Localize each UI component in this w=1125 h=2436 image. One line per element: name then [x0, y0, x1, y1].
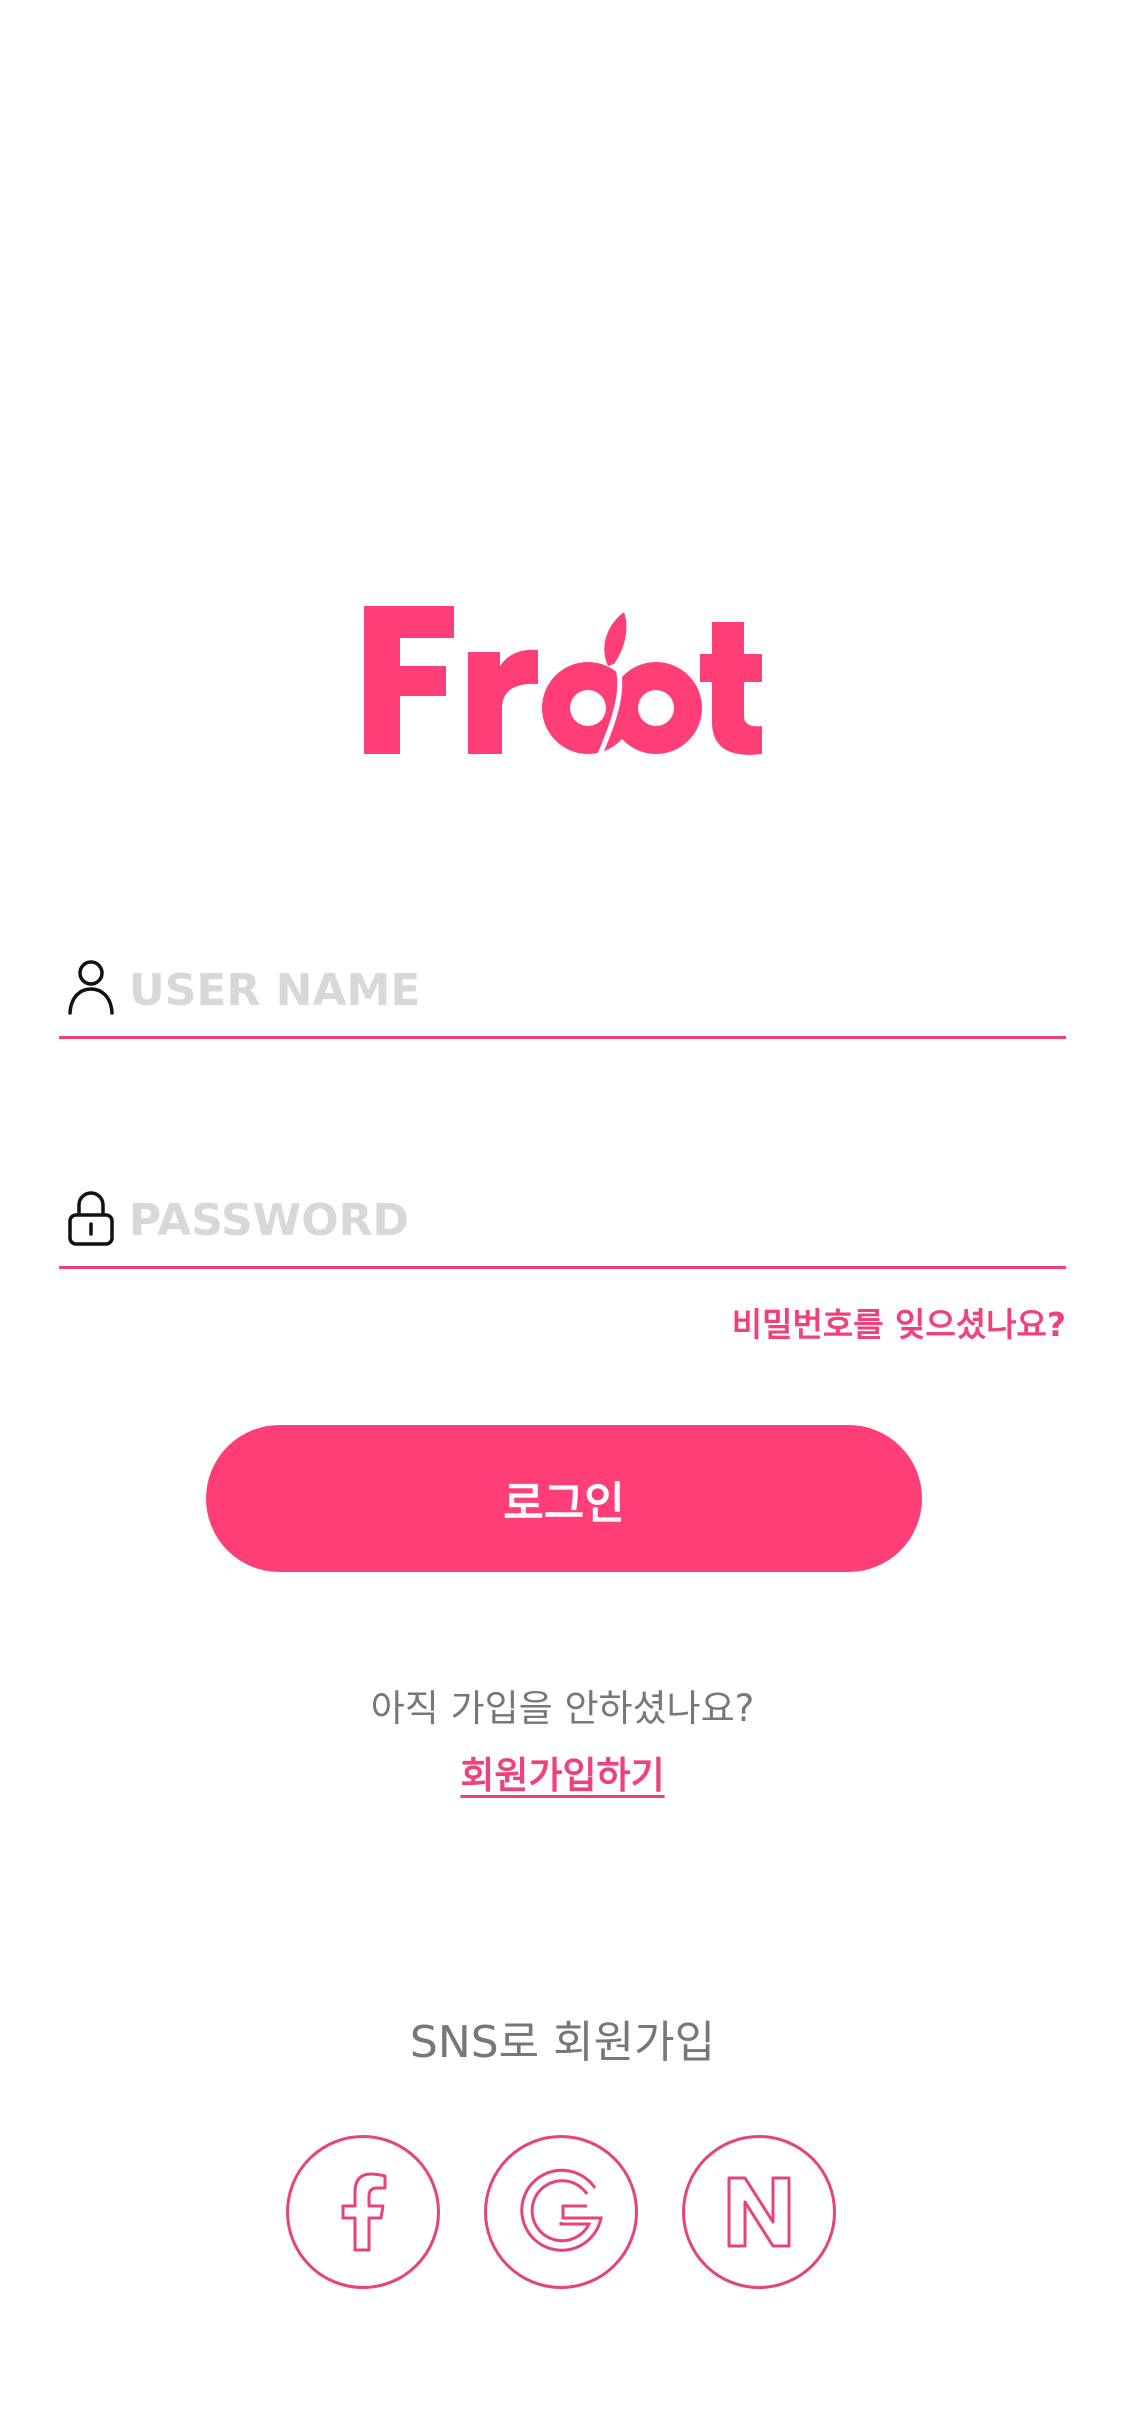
- username-input[interactable]: [129, 954, 1049, 1026]
- facebook-icon: [341, 2172, 387, 2252]
- naver-signup-button[interactable]: [682, 2135, 836, 2289]
- google-signup-button[interactable]: [484, 2135, 638, 2289]
- signup-link[interactable]: 회원가입하기: [460, 1754, 664, 1797]
- user-icon: [68, 960, 114, 1015]
- login-button[interactable]: 로그인: [206, 1425, 922, 1572]
- username-field-container: [59, 952, 1066, 1039]
- password-field-container: [59, 1182, 1066, 1269]
- naver-icon: [727, 2176, 791, 2248]
- froot-logo: [364, 606, 762, 756]
- lock-icon: [68, 1191, 114, 1246]
- google-icon: [520, 2168, 603, 2252]
- sns-signup-title: SNS로 회원가입: [409, 2017, 716, 2068]
- signup-question: 아직 가입을 안하셨나요?: [370, 1687, 755, 1730]
- forgot-password-link[interactable]: 비밀번호를 잊으셨나요?: [732, 1298, 1066, 1346]
- signup-link-row: 회원가입하기: [0, 1745, 1125, 1799]
- password-input[interactable]: [129, 1184, 1049, 1256]
- facebook-signup-button[interactable]: [286, 2135, 440, 2289]
